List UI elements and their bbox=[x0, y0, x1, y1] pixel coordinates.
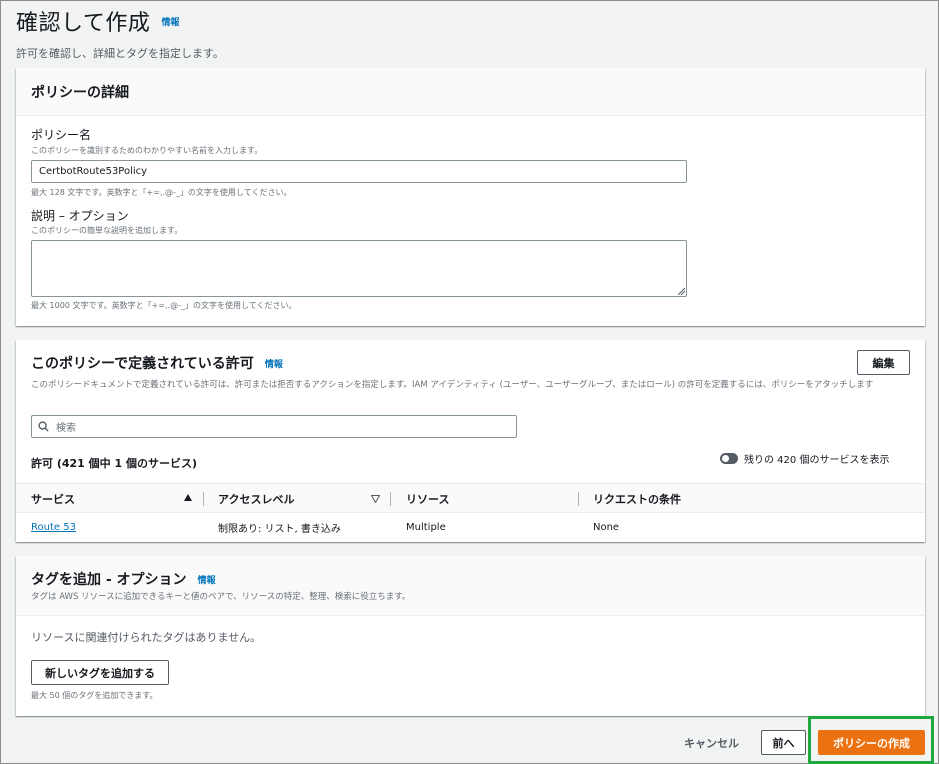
tags-title-row: タグを追加 - オプション 情報 bbox=[31, 569, 216, 589]
access-level-cell: 制限あり: リスト, 書き込み bbox=[218, 523, 341, 535]
cancel-button[interactable]: キャンセル bbox=[684, 735, 739, 751]
permissions-table: サービス アクセスレベル リソース リクエストの条件 Route 53 制限あり… bbox=[16, 483, 925, 542]
policy-details-title: ポリシーの詳細 bbox=[31, 84, 129, 101]
permissions-info-link[interactable]: 情報 bbox=[265, 360, 283, 370]
edit-button[interactable]: 編集 bbox=[857, 350, 910, 375]
policy-description-desc: このポリシーの簡単な説明を追加します。 bbox=[31, 226, 183, 235]
permissions-title: このポリシーで定義されている許可 bbox=[31, 356, 254, 372]
policy-name-hint: 最大 128 文字です。英数字と「+=,.@-_」の文字を使用してください。 bbox=[31, 188, 292, 197]
policy-description-hint: 最大 1000 文字です。英数字と「+=,.@-_」の文字を使用してください。 bbox=[31, 301, 297, 310]
add-tag-button[interactable]: 新しいタグを追加する bbox=[31, 660, 169, 685]
previous-button[interactable]: 前へ bbox=[761, 730, 806, 755]
create-policy-button[interactable]: ポリシーの作成 bbox=[818, 730, 925, 755]
table-row: Route 53 制限あり: リスト, 書き込み Multiple None bbox=[16, 513, 925, 541]
page-title: 確認して作成 bbox=[16, 11, 151, 36]
permissions-title-row: このポリシーで定義されている許可 情報 bbox=[31, 353, 283, 373]
policy-name-value: CertbotRoute53Policy bbox=[39, 166, 148, 177]
tags-description: タグは AWS リソースに追加できるキーと値のペアで、リソースの特定、整理、検索… bbox=[31, 592, 411, 602]
sort-descending-icon[interactable] bbox=[371, 495, 380, 503]
tags-header: タグを追加 - オプション 情報 タグは AWS リソースに追加できるキーと値の… bbox=[16, 556, 925, 616]
tags-title: タグを追加 - オプション bbox=[31, 572, 187, 588]
policy-details-header: ポリシーの詳細 bbox=[16, 68, 925, 116]
column-header-resource[interactable]: リソース bbox=[406, 484, 449, 514]
tags-card: タグを追加 - オプション 情報 タグは AWS リソースに追加できるキーと値の… bbox=[16, 556, 925, 716]
page-header: 確認して作成 情報 許可を確認し、詳細とタグを指定します。 bbox=[16, 5, 224, 61]
toggle-switch[interactable] bbox=[720, 453, 738, 464]
toggle-label: 残りの 420 個のサービスを表示 bbox=[744, 455, 890, 466]
table-header: サービス アクセスレベル リソース リクエストの条件 bbox=[16, 483, 925, 513]
no-tags-text: リソースに関連付けられたタグはありません。 bbox=[31, 631, 262, 644]
show-remaining-toggle[interactable]: 残りの 420 個のサービスを表示 bbox=[720, 451, 889, 466]
policy-description-label: 説明 – オプション bbox=[31, 209, 129, 223]
tags-info-link[interactable]: 情報 bbox=[198, 576, 216, 586]
search-input[interactable]: 検索 bbox=[31, 415, 517, 438]
service-link[interactable]: Route 53 bbox=[31, 513, 76, 541]
column-separator bbox=[390, 492, 391, 506]
column-header-access-level[interactable]: アクセスレベル bbox=[218, 484, 294, 514]
create-highlight-box: ポリシーの作成 bbox=[808, 716, 934, 764]
condition-cell: None bbox=[593, 521, 620, 533]
column-separator bbox=[578, 492, 579, 506]
search-placeholder: 検索 bbox=[56, 423, 76, 434]
toggle-knob bbox=[722, 455, 729, 462]
search-icon bbox=[38, 421, 49, 432]
column-separator bbox=[203, 492, 204, 506]
sort-ascending-icon[interactable] bbox=[184, 494, 192, 501]
permissions-description: このポリシードキュメントで定義されている許可は、許可または拒否するアクションを指… bbox=[31, 380, 874, 390]
tags-hint: 最大 50 個のタグを追加できます。 bbox=[31, 691, 158, 700]
page-subtitle: 許可を確認し、詳細とタグを指定します。 bbox=[16, 47, 224, 60]
policy-description-textarea[interactable] bbox=[31, 240, 687, 297]
policy-name-input[interactable]: CertbotRoute53Policy bbox=[31, 160, 687, 183]
policy-name-description: このポリシーを識別するためのわかりやすい名前を入力します。 bbox=[31, 146, 263, 155]
page-info-link[interactable]: 情報 bbox=[161, 18, 179, 28]
column-header-condition[interactable]: リクエストの条件 bbox=[593, 484, 681, 514]
resize-handle-icon[interactable] bbox=[678, 288, 685, 295]
resource-cell: Multiple bbox=[406, 521, 446, 533]
policy-details-card: ポリシーの詳細 ポリシー名 このポリシーを識別するためのわかりやすい名前を入力し… bbox=[16, 68, 925, 326]
permissions-count: 許可 (421 個中 1 個のサービス) bbox=[31, 457, 197, 470]
column-header-service[interactable]: サービス bbox=[31, 484, 75, 514]
permissions-card: このポリシーで定義されている許可 情報 編集 このポリシードキュメントで定義され… bbox=[16, 340, 925, 542]
policy-name-label: ポリシー名 bbox=[31, 128, 92, 142]
